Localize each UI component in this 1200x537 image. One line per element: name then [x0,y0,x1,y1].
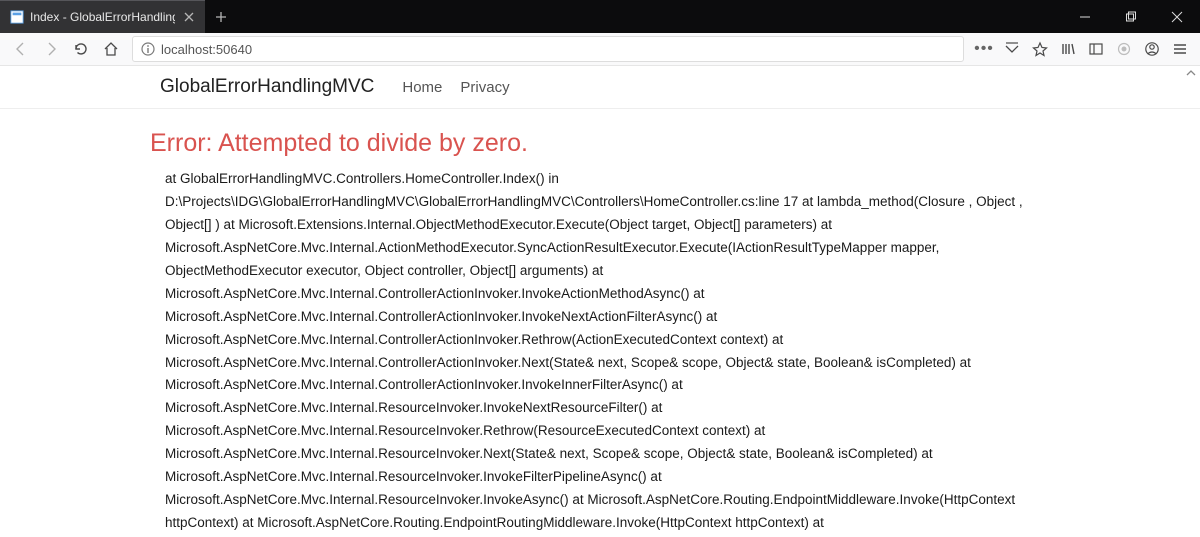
url-bar[interactable] [132,36,964,62]
page-content: GlobalErrorHandlingMVC Home Privacy Erro… [0,66,1200,537]
error-heading: Error: Attempted to divide by zero. [150,129,1050,158]
menu-icon[interactable] [1166,34,1194,64]
tab-close-icon[interactable] [181,9,197,25]
new-tab-button[interactable] [205,0,237,33]
app-navbar: GlobalErrorHandlingMVC Home Privacy [0,66,1200,109]
url-input[interactable] [161,42,955,57]
nav-home-link[interactable]: Home [402,79,442,96]
library-icon[interactable] [1054,34,1082,64]
browser-tab[interactable]: Index - GlobalErrorHandlingMV [0,0,205,33]
browser-titlebar: Index - GlobalErrorHandlingMV [0,0,1200,33]
favicon-icon [10,10,24,24]
back-button[interactable] [6,34,36,64]
minimize-button[interactable] [1062,0,1108,33]
tab-title: Index - GlobalErrorHandlingMV [30,10,175,24]
account-icon[interactable] [1138,34,1166,64]
close-window-button[interactable] [1154,0,1200,33]
window-controls [1062,0,1200,33]
bookmark-icon[interactable] [1026,34,1054,64]
brand-title[interactable]: GlobalErrorHandlingMVC [160,76,374,98]
maximize-button[interactable] [1108,0,1154,33]
reader-view-icon[interactable] [998,34,1026,64]
sidebar-icon[interactable] [1082,34,1110,64]
info-icon[interactable] [141,42,155,56]
main-content: Error: Attempted to divide by zero. at G… [0,109,1200,537]
reload-button[interactable] [66,34,96,64]
nav-privacy-link[interactable]: Privacy [460,79,509,96]
stack-trace: at GlobalErrorHandlingMVC.Controllers.Ho… [150,168,1050,537]
shield-icon[interactable] [1110,34,1138,64]
home-button[interactable] [96,34,126,64]
forward-button[interactable] [36,34,66,64]
browser-navbar: ••• [0,33,1200,66]
toolbar-right: ••• [970,34,1194,64]
page-actions-icon[interactable]: ••• [970,34,998,64]
